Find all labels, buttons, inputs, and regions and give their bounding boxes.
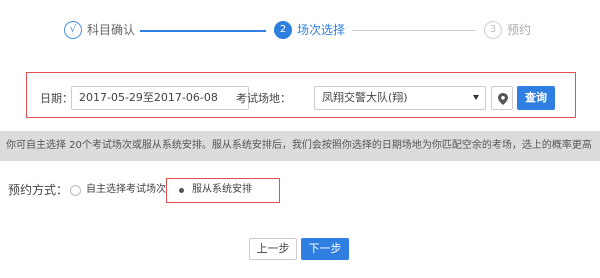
step-3-label: 预约: [507, 23, 532, 37]
step-1-label: 科目确认: [87, 23, 136, 37]
caret-down-icon: [473, 95, 479, 100]
option-system-arrange-label[interactable]: 服从系统安排: [192, 183, 252, 197]
info-strip: 你可自主选择 20个考试场次或服从系统安排。服从系统安排后，我们会按照你选择的日…: [0, 131, 600, 161]
radio-self-select[interactable]: [70, 185, 81, 196]
radio-selected-dot-icon: [179, 188, 184, 193]
progress-stepper: √ 科目确认 2 场次选择 3 预约: [0, 0, 600, 60]
location-pin-button[interactable]: [491, 86, 513, 110]
step-3-indicator: 3: [484, 21, 502, 39]
site-label: 考试场地：: [236, 92, 291, 105]
step-connector-1: [140, 30, 266, 32]
prev-step-button[interactable]: 上一步: [249, 238, 297, 260]
site-select[interactable]: 凤翔交警大队(翔): [314, 86, 486, 110]
step-connector-2: [352, 30, 476, 31]
site-select-value: 凤翔交警大队(翔): [322, 91, 408, 104]
radio-system-arrange[interactable]: [176, 185, 187, 196]
info-text: 你可自主选择 20个考试场次或服从系统安排。服从系统安排后，我们会按照你选择的日…: [6, 140, 592, 151]
option-self-select-label[interactable]: 自主选择考试场次: [86, 183, 166, 197]
step-2-label: 场次选择: [297, 23, 346, 37]
date-range-input[interactable]: 2017-05-29至2017-06-08: [71, 86, 249, 110]
query-button[interactable]: 查询: [517, 86, 555, 110]
date-label: 日期：: [40, 92, 73, 105]
step-2-indicator: 2: [274, 21, 292, 39]
booking-method-label: 预约方式：: [8, 183, 69, 197]
next-step-button[interactable]: 下一步: [301, 238, 349, 260]
step-1-check-icon: √: [64, 21, 82, 39]
map-pin-icon: [498, 93, 508, 105]
